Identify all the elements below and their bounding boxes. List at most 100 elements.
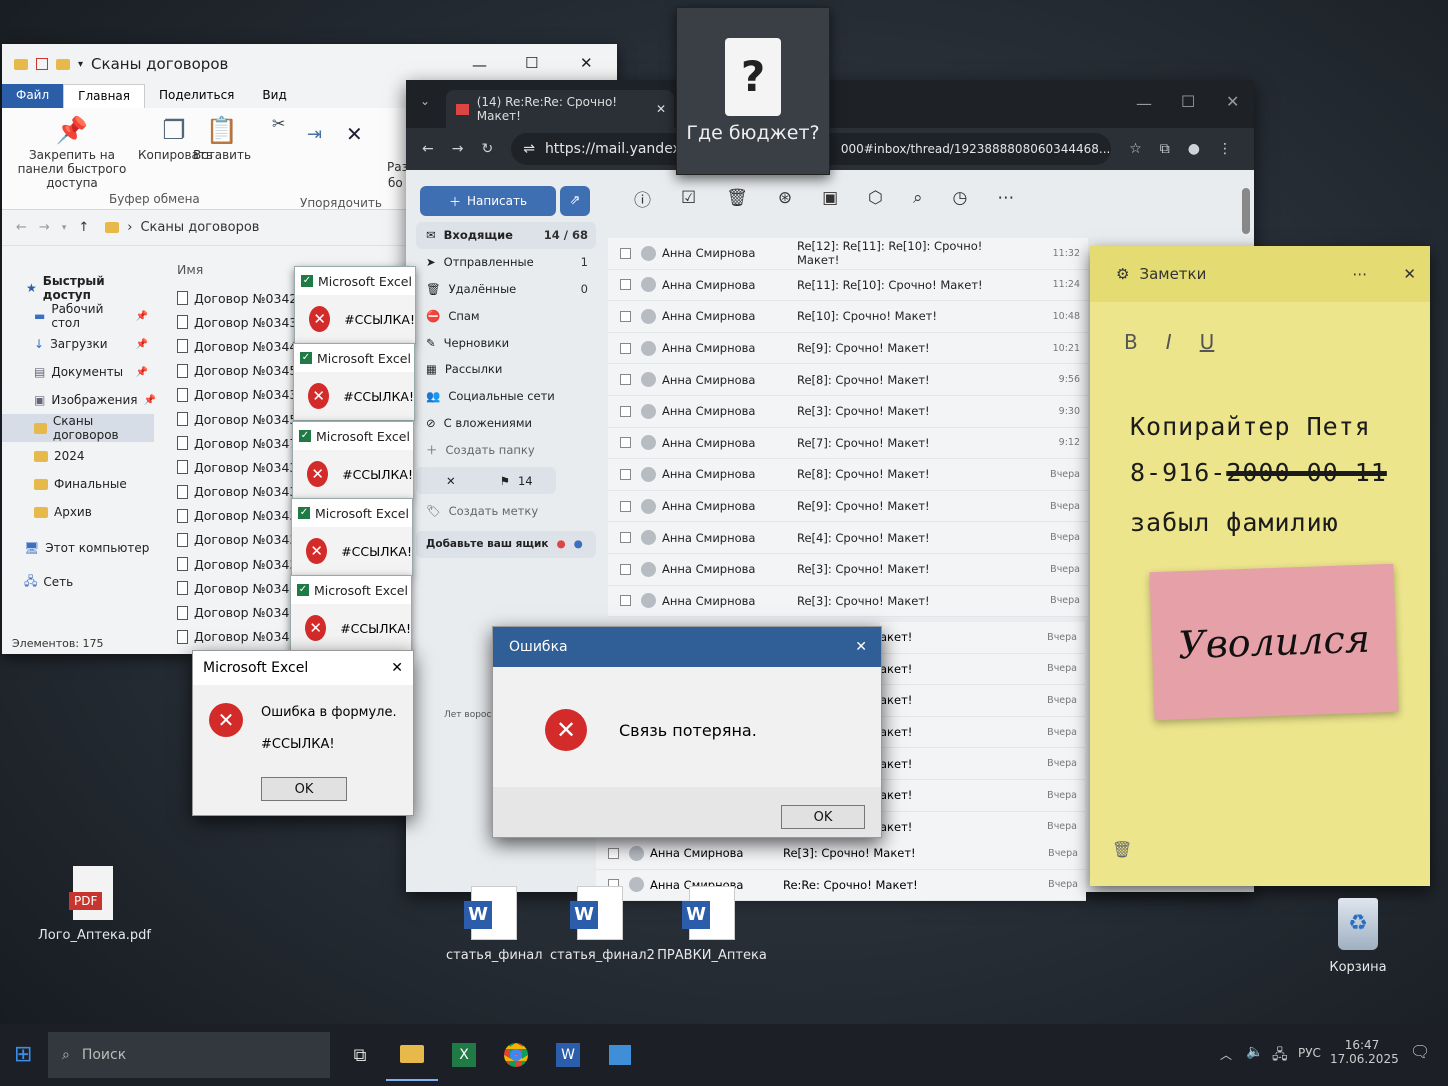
site-info-icon[interactable]: ⇌ <box>523 141 535 157</box>
delete-icon[interactable]: 🗑 <box>726 188 748 208</box>
checkbox-icon[interactable] <box>36 58 48 70</box>
tab-share[interactable]: Поделиться <box>145 84 248 108</box>
add-mailbox-banner[interactable]: Добавьте ваш ящик ● ● <box>416 530 596 558</box>
scissors-icon[interactable]: ✂ <box>272 114 285 133</box>
file-row[interactable]: Договор №0343_ <box>167 528 307 552</box>
message-checkbox[interactable] <box>620 595 631 607</box>
nav-2024[interactable]: 2024 <box>2 442 154 470</box>
file-row[interactable]: Договор №0343_ <box>167 383 307 407</box>
read-icon[interactable]: ☑ <box>681 188 696 208</box>
close-tab-icon[interactable]: ✕ <box>656 102 666 116</box>
new-window-icon[interactable]: ⇗ <box>560 186 590 216</box>
italic-button[interactable]: I <box>1166 330 1172 354</box>
tab-list-icon[interactable]: ⌄ <box>420 94 430 108</box>
tab-view[interactable]: Вид <box>248 84 300 108</box>
tab-file[interactable]: Файл <box>2 84 64 108</box>
file-row[interactable]: Договор №0343_ <box>167 552 307 576</box>
close-button[interactable]: ✕ <box>1226 92 1239 111</box>
message-checkbox[interactable] <box>620 532 631 544</box>
desktop-icon-word3[interactable]: W ПРАВКИ_Аптека <box>656 886 768 963</box>
message-checkbox[interactable] <box>620 279 631 291</box>
nav-scans[interactable]: Сканы договоров <box>2 414 154 442</box>
message-checkbox[interactable] <box>620 374 631 386</box>
underline-button[interactable]: U <box>1200 330 1215 354</box>
windows-start-icon[interactable]: ⊞ <box>14 1042 32 1067</box>
message-row[interactable]: Анна Смирнова Re[3]: Срочно! Макет! 9:30 <box>608 396 1088 428</box>
language-indicator[interactable]: РУС <box>1298 1046 1321 1060</box>
file-row[interactable]: Договор №0343_ <box>167 480 307 504</box>
maximize-button[interactable]: ☐ <box>525 54 538 72</box>
desktop-icon-word1[interactable]: Wстатья_финал <box>446 886 543 963</box>
trash-icon[interactable]: 🗑 <box>1112 840 1132 859</box>
compose-button[interactable]: ＋ Написать <box>420 186 556 216</box>
pin-button[interactable]: 📌 Закрепить на панели быстрого доступа <box>10 116 134 190</box>
message-row-fragment[interactable]: акет! Вчера <box>880 780 1085 812</box>
bold-button[interactable]: B <box>1124 330 1138 354</box>
message-row[interactable]: Анна Смирнова Re[10]: Срочно! Макет! 10:48 <box>608 301 1088 333</box>
back-icon[interactable]: ← <box>422 141 434 157</box>
maximize-button[interactable]: ☐ <box>1181 92 1195 111</box>
chevron-down-icon[interactable]: ▾ <box>62 223 67 233</box>
forward-icon[interactable]: → <box>39 220 50 235</box>
create-folder-link[interactable]: ＋ Создать папку <box>416 436 596 463</box>
folder-spam[interactable]: ⛔ Спам <box>416 302 596 329</box>
network-icon[interactable]: 🖧 <box>1272 1044 1288 1068</box>
volume-icon[interactable]: 🔈 <box>1246 1044 1263 1060</box>
desktop-icon-pdf[interactable]: PDF Лого_Аптека.pdf <box>38 866 151 943</box>
nav-final[interactable]: Финальные <box>2 470 154 498</box>
column-header-name[interactable]: Имя <box>167 262 307 286</box>
file-row[interactable]: Договор №0345_ <box>167 359 307 383</box>
message-row[interactable]: Анна Смирнова Re[8]: Срочно! Макет! 9:56 <box>608 364 1088 396</box>
notification-icon[interactable]: 🗨 <box>1410 1042 1430 1061</box>
nav-network[interactable]: 🖧 Сеть <box>2 568 154 596</box>
file-row[interactable]: Договор №0343_ <box>167 625 307 649</box>
file-row[interactable]: Договор №0343_ <box>167 600 307 624</box>
minimize-button[interactable]: — <box>472 56 487 74</box>
file-row[interactable]: Договор №0344_ <box>167 334 307 358</box>
reload-icon[interactable]: ↻ <box>481 141 493 157</box>
message-row-fragment[interactable]: акет! Вчера <box>880 748 1085 780</box>
message-row[interactable]: Анна Смирнова Re[3]: Срочно! Макет! Вчера <box>608 554 1088 586</box>
extensions-icon[interactable]: ⧉ <box>1160 141 1170 157</box>
nav-downloads[interactable]: ↓ Загрузки 📌 <box>2 330 154 358</box>
word-taskbar-icon[interactable]: W <box>542 1029 594 1081</box>
nav-desktop[interactable]: ▬ Рабочий стол 📌 <box>2 302 154 330</box>
folder-sent[interactable]: ➤ Отправленные 1 <box>416 249 596 276</box>
message-row[interactable]: Анна Смирнова Re[12]: Re[11]: Re[10]: Сро… <box>608 238 1088 270</box>
desktop-icon-word2[interactable]: Wстатья_финал2 <box>550 886 655 963</box>
scrollbar[interactable] <box>1242 188 1250 234</box>
image-icon[interactable]: ▣ <box>822 188 838 208</box>
delete-icon[interactable]: ✕ <box>346 122 363 146</box>
file-row[interactable]: Договор №0343_ <box>167 504 307 528</box>
close-button[interactable]: ✕ <box>391 660 403 676</box>
file-row[interactable]: Договор №0343_ <box>167 310 307 334</box>
clock-icon[interactable]: ◷ <box>953 188 968 208</box>
nav-documents[interactable]: ▤ Документы 📌 <box>2 358 154 386</box>
message-row-fragment[interactable]: акет! Вчера <box>880 685 1085 717</box>
folder-attachments[interactable]: ⊘ С вложениями <box>416 410 596 437</box>
task-view-icon[interactable]: ⧉ <box>334 1029 386 1081</box>
message-row[interactable]: Анна Смирнова Re[9]: Срочно! Макет! 10:21 <box>608 333 1088 365</box>
ok-button[interactable]: OK <box>261 777 347 801</box>
nav-archive[interactable]: Архив <box>2 498 154 526</box>
file-row[interactable]: Договор №0342_ <box>167 286 307 310</box>
profile-icon[interactable]: ● <box>1188 141 1200 157</box>
close-button[interactable]: ✕ <box>580 54 593 72</box>
message-checkbox[interactable] <box>620 405 631 417</box>
back-icon[interactable]: ← <box>16 220 27 235</box>
message-row-fragment[interactable]: акет! Вчера <box>880 622 1085 654</box>
message-row-fragment[interactable]: акет! Вчера <box>880 717 1085 749</box>
archive-icon[interactable]: ⊛ <box>778 188 792 208</box>
search-icon[interactable]: ⌕ <box>913 188 923 208</box>
message-row[interactable]: Анна Смирнова Re[4]: Срочно! Макет! Вчера <box>608 522 1088 554</box>
browser-tab[interactable]: (14) Re:Re:Re: Срочно! Макет! ✕ <box>446 90 674 128</box>
message-row-fragment[interactable]: акет! Вчера <box>880 654 1085 686</box>
file-row[interactable]: Договор №0347_ <box>167 431 307 455</box>
message-checkbox[interactable] <box>620 247 631 259</box>
message-checkbox[interactable] <box>620 342 631 354</box>
message-row[interactable]: Анна Смирнова Re[3]: Срочно! Макет! Вчера <box>608 586 1088 618</box>
move-icon[interactable]: ⇥ <box>307 124 322 145</box>
chevron-up-icon[interactable]: ︿ <box>1220 1046 1232 1063</box>
file-row[interactable]: Договор №0343_ <box>167 455 307 479</box>
close-button[interactable]: ✕ <box>855 639 867 655</box>
